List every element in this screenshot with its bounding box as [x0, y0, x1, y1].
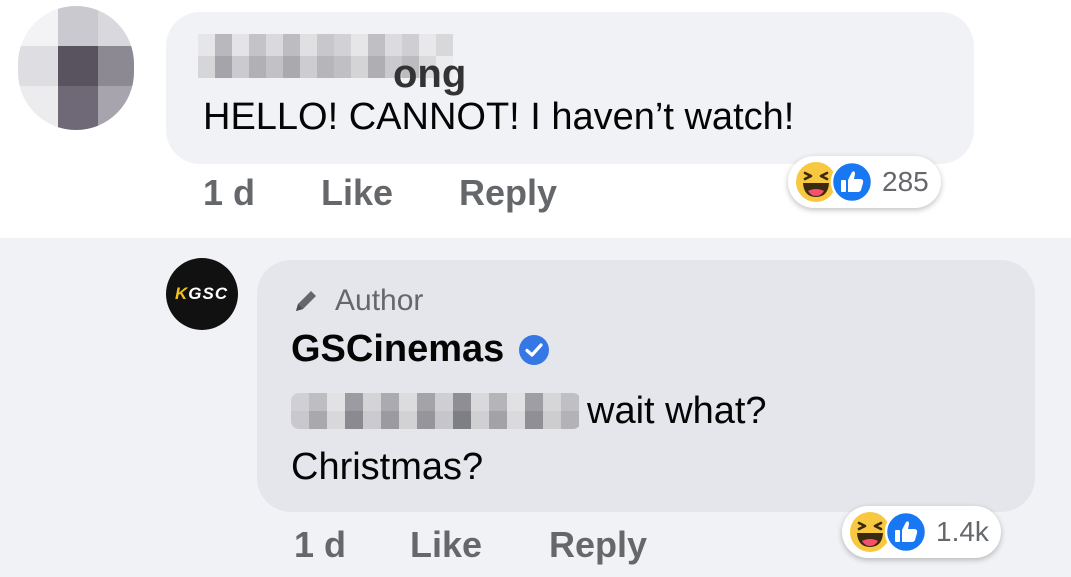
author-badge: Author	[291, 284, 423, 318]
reply-timestamp[interactable]: 1 d	[294, 524, 346, 566]
like-icon	[884, 510, 928, 554]
like-button[interactable]: Like	[321, 172, 393, 214]
verified-badge-icon	[519, 334, 550, 365]
reply-reaction-summary[interactable]: 1.4k	[842, 506, 1001, 558]
reaction-summary[interactable]: 285	[788, 156, 941, 208]
mention-redacted[interactable]	[291, 393, 581, 429]
reply-reply-button[interactable]: Reply	[549, 524, 647, 566]
commenter-name[interactable]: ong	[393, 54, 466, 94]
comment-bubble: ong HELLO! CANNOT! I haven’t watch!	[166, 12, 974, 164]
comment-text: HELLO! CANNOT! I haven’t watch!	[203, 96, 795, 138]
reply-text-line1: wait what?	[587, 389, 767, 432]
like-icon	[830, 160, 874, 204]
reply-text-line2: Christmas?	[291, 446, 484, 488]
author-label: Author	[335, 284, 424, 317]
gsc-logo: KGSC	[175, 284, 229, 303]
page-name[interactable]: GSCinemas	[291, 328, 504, 371]
comment-timestamp[interactable]: 1 d	[203, 172, 255, 214]
reaction-count: 1.4k	[936, 516, 989, 547]
reply-like-button[interactable]: Like	[410, 524, 482, 566]
pencil-icon	[296, 291, 316, 311]
reply-button[interactable]: Reply	[459, 172, 557, 214]
commenter-avatar[interactable]	[18, 6, 134, 130]
gscinemas-avatar[interactable]: KGSC	[166, 258, 238, 330]
reaction-count: 285	[882, 166, 929, 197]
reply-bubble: Author GSCinemas wait what? Christmas?	[257, 260, 1035, 512]
